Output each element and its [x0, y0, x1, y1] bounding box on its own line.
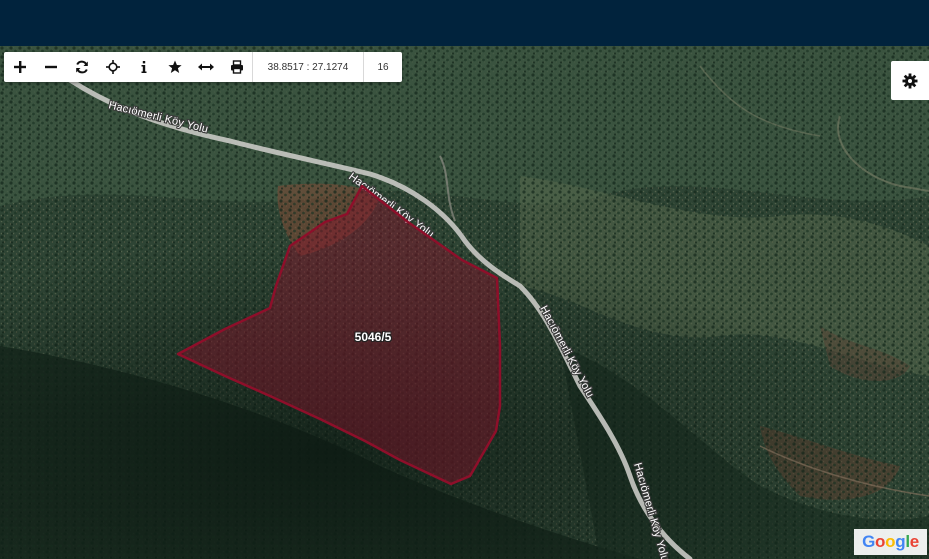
zoom-level-readout: 16 — [363, 52, 402, 82]
logo-letter: g — [895, 532, 906, 551]
imagery-attribution-logo: Google — [854, 529, 927, 555]
locate-icon — [105, 60, 120, 74]
logo-letter: o — [885, 532, 896, 551]
arrows-horizontal-icon — [197, 63, 214, 71]
coordinate-readout: 38.8517 : 27.1274 — [252, 52, 363, 82]
logo-letter: e — [909, 532, 919, 551]
zoom-out-icon — [44, 65, 57, 69]
print-icon — [230, 60, 243, 74]
refresh-button[interactable] — [66, 52, 97, 82]
favorite-button[interactable] — [159, 52, 190, 82]
info-icon — [141, 61, 146, 73]
zoom-out-button[interactable] — [35, 52, 66, 82]
logo-letter: G — [862, 532, 876, 551]
map-view[interactable]: Hacıömerli Köy Yolu Hacıömerli Köy Yolu … — [0, 46, 929, 559]
top-header-bar — [0, 0, 929, 46]
logo-letter: o — [875, 532, 886, 551]
info-button[interactable] — [128, 52, 159, 82]
zoom-in-icon — [13, 61, 26, 73]
satellite-imagery: Hacıömerli Köy Yolu Hacıömerli Köy Yolu … — [0, 46, 929, 559]
measure-button[interactable] — [190, 52, 221, 82]
parcel-label[interactable]: 5046/5 — [336, 330, 410, 344]
zoom-in-button[interactable] — [4, 52, 35, 82]
google-logo-text: Google — [862, 532, 919, 552]
print-button[interactable] — [221, 52, 252, 82]
star-icon — [167, 60, 182, 73]
refresh-icon — [75, 60, 88, 74]
map-toolbar: 38.8517 : 27.1274 16 — [4, 52, 402, 82]
locate-button[interactable] — [97, 52, 128, 82]
settings-button[interactable] — [891, 61, 929, 100]
gear-icon — [902, 73, 918, 88]
